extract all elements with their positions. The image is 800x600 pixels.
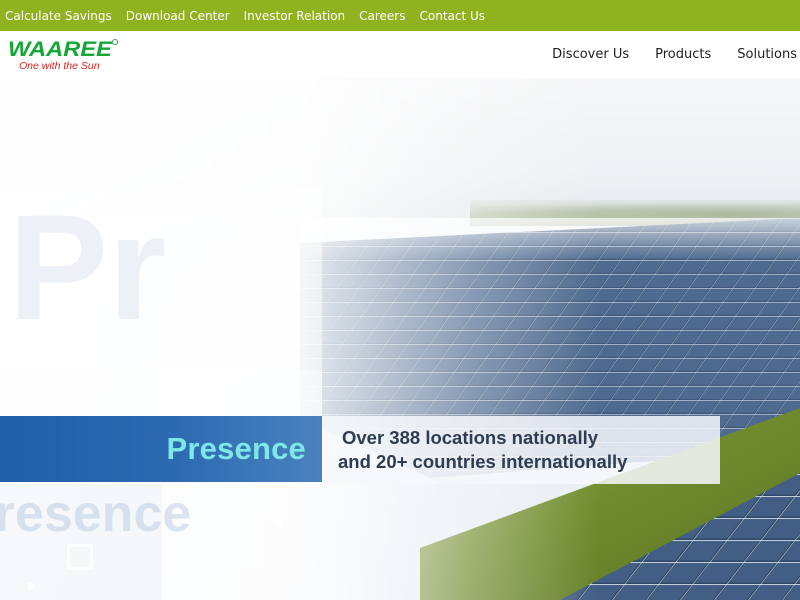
waaree-logo[interactable]: WAAREE One with the Sun — [7, 38, 119, 74]
ghost-block — [162, 370, 322, 416]
square-outline-decoration — [67, 544, 93, 570]
square-dot-decoration — [28, 583, 34, 589]
nav-item-solutions[interactable]: Solutions — [737, 47, 797, 62]
topbar-link-contact-us[interactable]: Contact Us — [420, 9, 486, 23]
presence-stats-box: Over 388 locations nationally and 20+ co… — [322, 416, 720, 484]
logo-wordmark: WAAREE — [8, 38, 113, 61]
presence-heading: Presence — [166, 431, 306, 466]
ghost-block — [0, 190, 322, 370]
presence-line-national: Over 388 locations nationally — [342, 427, 599, 448]
presence-band: Presence — [0, 416, 322, 482]
logo-tagline: One with the Sun — [19, 60, 100, 72]
presence-line-international: and 20+ countries internationally — [338, 451, 628, 472]
hero-banner: Pr Presence Presence Over 388 locations … — [0, 78, 800, 600]
top-utility-bar: Calculate Savings Download Center Invest… — [0, 0, 800, 31]
nav-item-discover-us[interactable]: Discover Us — [552, 47, 629, 62]
main-header: WAAREE One with the Sun Discover Us Prod… — [0, 31, 800, 78]
nav-item-products[interactable]: Products — [655, 47, 711, 62]
ghost-block — [0, 484, 162, 600]
topbar-link-download-center[interactable]: Download Center — [126, 9, 230, 23]
main-nav: Discover Us Products Solutions — [552, 31, 800, 78]
square-dot-decoration — [275, 518, 283, 526]
topbar-link-investor-relation[interactable]: Investor Relation — [244, 9, 346, 23]
topbar-link-careers[interactable]: Careers — [359, 9, 405, 23]
topbar-link-calculate-savings[interactable]: Calculate Savings — [5, 9, 112, 23]
